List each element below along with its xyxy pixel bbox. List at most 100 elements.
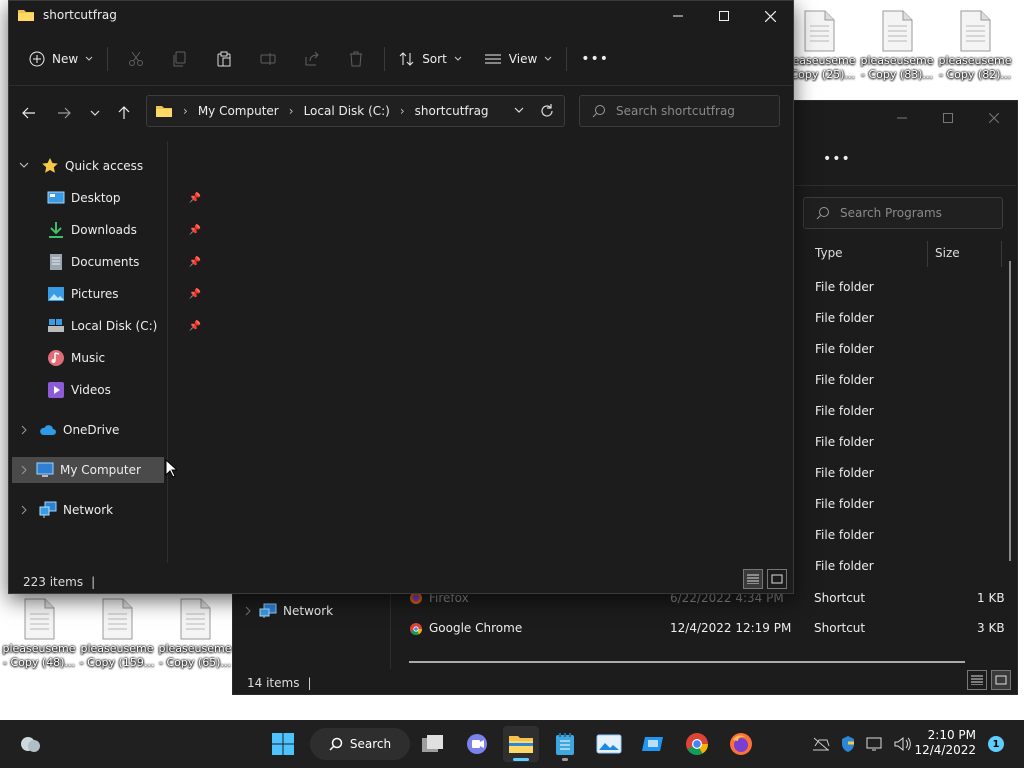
- more-options-button[interactable]: •••: [573, 43, 617, 75]
- column-header-type[interactable]: Type: [815, 246, 843, 260]
- file-type: File folder: [815, 404, 874, 418]
- address-bar[interactable]: › My Computer › Local Disk (C:) › shortc…: [146, 95, 565, 127]
- cut-button[interactable]: [114, 43, 158, 75]
- desktop-icon-label: - Copy (83)...: [861, 68, 933, 81]
- network-offline-icon[interactable]: [812, 737, 830, 751]
- vertical-scrollbar[interactable]: [1009, 261, 1011, 561]
- chrome-button[interactable]: [679, 726, 715, 762]
- desktop-icon-label: pleaseuseme: [2, 642, 76, 655]
- file-type: File folder: [815, 435, 874, 449]
- search-programs-input[interactable]: Search Programs: [803, 197, 1003, 229]
- firefox-button[interactable]: [723, 726, 759, 762]
- music-icon: [48, 350, 64, 366]
- notepad-button[interactable]: [547, 726, 583, 762]
- breadcrumb-local-disk[interactable]: Local Disk (C:): [304, 104, 390, 118]
- trash-icon: [350, 51, 363, 67]
- document-icon: [960, 10, 991, 52]
- details-view-button[interactable]: [743, 569, 763, 589]
- taskbar-search-button[interactable]: Search: [310, 728, 410, 760]
- maximize-icon: [943, 113, 953, 123]
- task-view-button[interactable]: [415, 726, 451, 762]
- details-view-button[interactable]: [967, 670, 987, 690]
- delete-button[interactable]: [334, 43, 378, 75]
- file-type: File folder: [815, 311, 874, 325]
- divider: [794, 185, 1016, 186]
- teams-chat-button[interactable]: [459, 726, 495, 762]
- chevron-right-icon: [21, 465, 27, 475]
- desktop-file-icon[interactable]: pleaseuseme - Copy (65)...: [156, 598, 234, 670]
- horizontal-scrollbar[interactable]: [409, 661, 965, 663]
- recent-locations-button[interactable]: [83, 101, 107, 125]
- sort-button[interactable]: Sort: [391, 43, 470, 75]
- file-type: File folder: [815, 373, 874, 387]
- network-icon: [39, 501, 57, 518]
- explorer-window[interactable]: shortcutfrag New Sort View ••• › My Comp…: [8, 0, 794, 594]
- photos-button[interactable]: [591, 726, 627, 762]
- close-button[interactable]: [971, 103, 1017, 133]
- nav-my-computer[interactable]: My Computer: [12, 457, 164, 483]
- clock[interactable]: 2:10 PM 12/4/2022: [914, 728, 976, 758]
- chevron-down-icon: [19, 162, 29, 168]
- rename-button[interactable]: [246, 43, 290, 75]
- file-row[interactable]: File folder: [815, 466, 874, 480]
- view-button[interactable]: View: [476, 43, 560, 75]
- chevron-right-icon: [21, 425, 27, 435]
- file-row[interactable]: File folder: [815, 435, 874, 449]
- maximize-button[interactable]: [925, 103, 971, 133]
- desktop-file-icon[interactable]: pleaseuseme - Copy (83)...: [858, 10, 936, 82]
- file-row[interactable]: File folder: [815, 528, 874, 542]
- new-button[interactable]: New: [21, 43, 101, 75]
- file-row[interactable]: File folder: [815, 497, 874, 511]
- nav-item-network[interactable]: Network: [243, 603, 333, 619]
- file-explorer-button[interactable]: [503, 726, 539, 762]
- nav-onedrive[interactable]: OneDrive: [9, 417, 167, 443]
- nav-quick-access[interactable]: Quick access: [9, 153, 167, 179]
- file-type: File folder: [815, 342, 874, 356]
- more-options-button[interactable]: •••: [823, 151, 851, 167]
- address-dropdown-button[interactable]: [514, 107, 524, 114]
- file-type: File folder: [815, 497, 874, 511]
- file-list-empty[interactable]: [169, 133, 793, 563]
- up-button[interactable]: [112, 101, 136, 125]
- close-icon: [764, 10, 776, 22]
- notification-badge[interactable]: 1: [988, 736, 1004, 752]
- maximize-button[interactable]: [701, 1, 747, 31]
- file-row[interactable]: File folder: [815, 280, 874, 294]
- app-button[interactable]: [635, 726, 671, 762]
- paste-button[interactable]: [202, 43, 246, 75]
- column-header-size[interactable]: Size: [935, 246, 960, 260]
- refresh-button[interactable]: [540, 104, 554, 118]
- volume-icon[interactable]: [894, 736, 912, 752]
- file-row[interactable]: File folder: [815, 373, 874, 387]
- desktop-icon-label: pleaseuseme: [860, 54, 934, 67]
- breadcrumb-my-computer[interactable]: My Computer: [198, 104, 279, 118]
- network-icon: [259, 603, 277, 618]
- desktop-file-icon[interactable]: pleaseuseme - Copy (48)...: [0, 598, 78, 670]
- display-icon[interactable]: [866, 736, 884, 752]
- close-button[interactable]: [747, 1, 793, 31]
- folder-icon: [18, 10, 34, 21]
- desktop-file-icon[interactable]: pleaseuseme - Copy (159...: [78, 598, 156, 670]
- back-button[interactable]: [17, 101, 41, 125]
- file-row[interactable]: File folder: [815, 404, 874, 418]
- start-button[interactable]: [265, 726, 301, 762]
- tiles-view-button[interactable]: [767, 569, 787, 589]
- file-row[interactable]: Google Chrome 12/4/2022 12:19 PM Shortcu…: [409, 619, 1009, 639]
- breadcrumb-shortcutfrag[interactable]: shortcutfrag: [415, 104, 489, 118]
- file-row[interactable]: File folder: [815, 342, 874, 356]
- desktop-file-icon[interactable]: pleaseuseme - Copy (82)...: [936, 10, 1014, 82]
- window-controls: [879, 103, 1017, 133]
- forward-button[interactable]: [52, 101, 76, 125]
- firefox-icon: [730, 733, 752, 755]
- share-button[interactable]: [290, 43, 334, 75]
- tiles-view-button[interactable]: [991, 670, 1011, 690]
- minimize-button[interactable]: [879, 103, 925, 133]
- nav-network[interactable]: Network: [9, 497, 167, 523]
- copy-button[interactable]: [158, 43, 202, 75]
- minimize-button[interactable]: [655, 1, 701, 31]
- widgets-button[interactable]: [12, 726, 48, 762]
- security-icon[interactable]: [840, 735, 856, 753]
- search-input[interactable]: Search shortcutfrag: [579, 95, 780, 127]
- file-row[interactable]: File folder: [815, 311, 874, 325]
- file-row[interactable]: File folder: [815, 559, 874, 573]
